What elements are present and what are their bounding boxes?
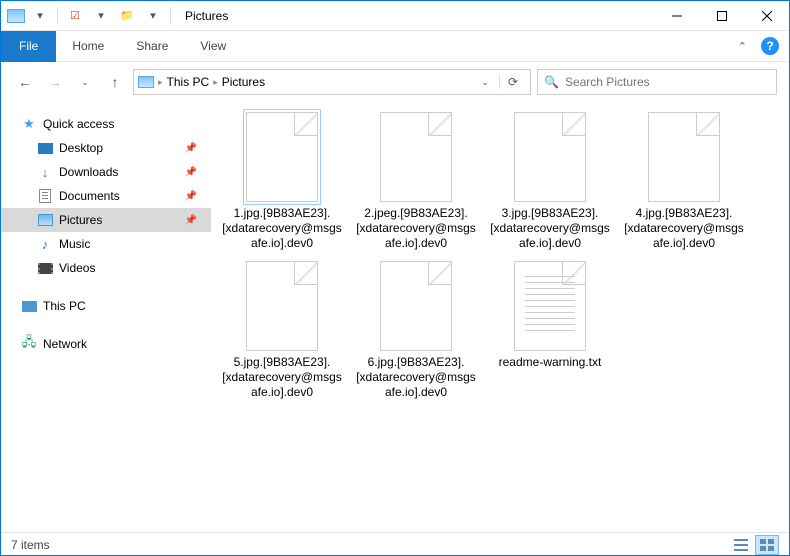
separator (170, 7, 171, 25)
minimize-button[interactable] (654, 1, 699, 31)
tab-view[interactable]: View (184, 31, 242, 62)
navigation-pane: ★ Quick access Desktop📌↓Downloads📌Docume… (1, 102, 211, 532)
file-item[interactable]: 4.jpg.[9B83AE23].[xdatarecovery@msgsafe.… (621, 112, 747, 251)
music-icon: ♪ (37, 237, 53, 251)
pin-icon: 📌 (185, 215, 197, 226)
tab-home[interactable]: Home (56, 31, 120, 62)
nav-item-desktop[interactable]: Desktop 📌 (1, 136, 211, 160)
chevron-right-icon[interactable]: ▸ (158, 77, 163, 88)
nav-item-label: Videos (59, 261, 95, 275)
qat-dropdown-2[interactable]: ▾ (90, 5, 112, 27)
recent-dropdown[interactable]: ⌄ (73, 70, 97, 94)
breadcrumb-this-pc[interactable]: This PC (167, 75, 210, 89)
address-row: ← → ⌄ ↑ ▸ This PC ▸ Pictures ⌄ ⟳ 🔍 (1, 62, 789, 102)
nav-label: Network (43, 337, 87, 351)
file-item[interactable]: readme-warning.txt (487, 261, 613, 400)
nav-item-label: Music (59, 237, 90, 251)
content-area: ★ Quick access Desktop📌↓Downloads📌Docume… (1, 102, 789, 532)
details-view-button[interactable] (729, 535, 753, 555)
refresh-button[interactable]: ⟳ (499, 75, 526, 89)
pc-icon (21, 299, 37, 313)
new-folder-icon[interactable]: 📁 (116, 5, 138, 27)
nav-item-label: Desktop (59, 141, 103, 155)
nav-item-documents[interactable]: Documents 📌 (1, 184, 211, 208)
nav-quick-access[interactable]: ★ Quick access (21, 112, 211, 136)
video-icon (37, 261, 53, 275)
search-input[interactable] (565, 75, 770, 89)
address-dropdown[interactable]: ⌄ (475, 77, 495, 88)
title-bar: ▾ ☑ ▾ 📁 ▾ Pictures (1, 1, 789, 31)
file-item[interactable]: 3.jpg.[9B83AE23].[xdatarecovery@msgsafe.… (487, 112, 613, 251)
nav-item-videos[interactable]: Videos (1, 256, 211, 280)
help-icon[interactable]: ? (761, 37, 779, 55)
file-name: 4.jpg.[9B83AE23].[xdatarecovery@msgsafe.… (621, 206, 747, 251)
desktop-icon (37, 141, 53, 155)
close-button[interactable] (744, 1, 789, 31)
file-thumbnail (246, 261, 318, 351)
properties-icon[interactable]: ☑ (64, 5, 86, 27)
file-item[interactable]: 5.jpg.[9B83AE23].[xdatarecovery@msgsafe.… (219, 261, 345, 400)
nav-item-label: Downloads (59, 165, 118, 179)
window-title: Pictures (185, 9, 228, 23)
file-name: 2.jpeg.[9B83AE23].[xdatarecovery@msgsafe… (353, 206, 479, 251)
file-name: readme-warning.txt (499, 355, 602, 370)
breadcrumb-folder[interactable]: Pictures (222, 75, 265, 89)
pin-icon: 📌 (185, 143, 197, 154)
file-name: 5.jpg.[9B83AE23].[xdatarecovery@msgsafe.… (219, 355, 345, 400)
nav-label: This PC (43, 299, 86, 313)
files-pane[interactable]: 1.jpg.[9B83AE23].[xdatarecovery@msgsafe.… (211, 102, 789, 532)
nav-item-label: Pictures (59, 213, 102, 227)
file-thumbnail (246, 112, 318, 202)
app-icon (7, 9, 25, 23)
qat-dropdown[interactable]: ▾ (29, 5, 51, 27)
file-thumbnail (648, 112, 720, 202)
ribbon: File Home Share View ⌃ ? (1, 31, 789, 62)
chevron-right-icon[interactable]: ▸ (213, 77, 218, 88)
file-item[interactable]: 1.jpg.[9B83AE23].[xdatarecovery@msgsafe.… (219, 112, 345, 251)
location-icon (138, 76, 154, 88)
pin-icon: 📌 (185, 167, 197, 178)
separator (57, 7, 58, 25)
back-button[interactable]: ← (13, 70, 37, 94)
search-icon: 🔍 (544, 75, 559, 89)
file-name: 1.jpg.[9B83AE23].[xdatarecovery@msgsafe.… (219, 206, 345, 251)
pin-icon: 📌 (185, 191, 197, 202)
thumbnails-view-button[interactable] (755, 535, 779, 555)
quick-access-toolbar: ▾ ☑ ▾ 📁 ▾ (1, 5, 173, 27)
file-item[interactable]: 2.jpeg.[9B83AE23].[xdatarecovery@msgsafe… (353, 112, 479, 251)
file-thumbnail (514, 261, 586, 351)
nav-item-pictures[interactable]: Pictures 📌 (1, 208, 211, 232)
nav-item-label: Documents (59, 189, 120, 203)
nav-item-downloads[interactable]: ↓ Downloads 📌 (1, 160, 211, 184)
star-icon: ★ (21, 117, 37, 131)
address-bar[interactable]: ▸ This PC ▸ Pictures ⌄ ⟳ (133, 69, 531, 95)
pic-icon (37, 213, 53, 227)
tab-share[interactable]: Share (120, 31, 184, 62)
doc-icon (37, 189, 53, 203)
nav-label: Quick access (43, 117, 114, 131)
file-thumbnail (380, 112, 452, 202)
search-box[interactable]: 🔍 (537, 69, 777, 95)
qat-customize[interactable]: ▾ (142, 5, 164, 27)
status-bar: 7 items (1, 532, 789, 556)
file-name: 6.jpg.[9B83AE23].[xdatarecovery@msgsafe.… (353, 355, 479, 400)
network-icon: 🖧 (21, 337, 37, 351)
nav-network[interactable]: 🖧 Network (21, 332, 211, 356)
file-item[interactable]: 6.jpg.[9B83AE23].[xdatarecovery@msgsafe.… (353, 261, 479, 400)
item-count: 7 items (11, 538, 50, 552)
file-tab[interactable]: File (1, 31, 56, 62)
down-icon: ↓ (37, 165, 53, 179)
maximize-button[interactable] (699, 1, 744, 31)
ribbon-expand-icon[interactable]: ⌃ (738, 40, 747, 53)
nav-this-pc[interactable]: This PC (21, 294, 211, 318)
file-thumbnail (380, 261, 452, 351)
forward-button[interactable]: → (43, 70, 67, 94)
nav-item-music[interactable]: ♪ Music (1, 232, 211, 256)
file-thumbnail (514, 112, 586, 202)
up-button[interactable]: ↑ (103, 70, 127, 94)
file-name: 3.jpg.[9B83AE23].[xdatarecovery@msgsafe.… (487, 206, 613, 251)
